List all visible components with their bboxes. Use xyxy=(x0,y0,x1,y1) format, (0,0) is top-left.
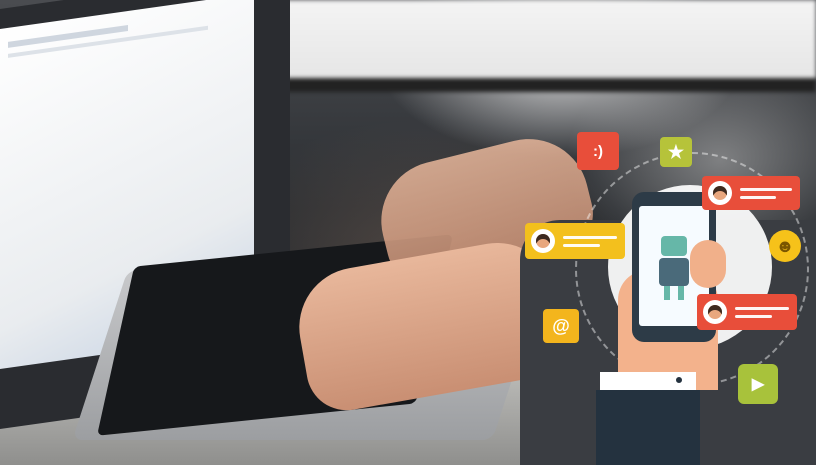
avatar-face xyxy=(536,234,550,248)
robot-leg-icon xyxy=(664,286,670,300)
avatar-icon xyxy=(703,300,727,324)
chat-message-left xyxy=(525,223,625,259)
robot-body-icon xyxy=(659,258,689,286)
smiley-text: :) xyxy=(593,142,603,160)
avatar-icon xyxy=(708,181,732,205)
message-lines xyxy=(735,302,797,323)
at-glyph: @ xyxy=(552,315,570,336)
emoji-face-icon: ☻ xyxy=(769,230,801,262)
play-glyph: ▶ xyxy=(751,376,765,393)
avatar-face xyxy=(713,186,727,200)
robot-head-icon xyxy=(661,236,687,256)
chat-message-right xyxy=(697,294,797,330)
avatar-icon xyxy=(531,229,555,253)
smiley-bubble-icon: :) xyxy=(577,132,619,170)
robot-leg-icon xyxy=(678,286,684,300)
avatar-face xyxy=(708,305,722,319)
cuff-button xyxy=(676,377,682,383)
chat-message-top xyxy=(702,176,800,210)
message-lines xyxy=(740,183,800,204)
star-glyph: ★ xyxy=(667,141,685,162)
chatbot-illustration: :) ★ @ ▶ ☻ xyxy=(0,0,816,465)
play-bubble-icon: ▶ xyxy=(738,364,778,404)
star-bubble-icon: ★ xyxy=(660,137,692,167)
illustrated-thumb xyxy=(690,240,726,288)
suit-sleeve xyxy=(596,390,700,465)
emoji-glyph: ☻ xyxy=(775,235,795,256)
at-sign-bubble-icon: @ xyxy=(543,309,579,343)
message-lines xyxy=(563,231,625,252)
